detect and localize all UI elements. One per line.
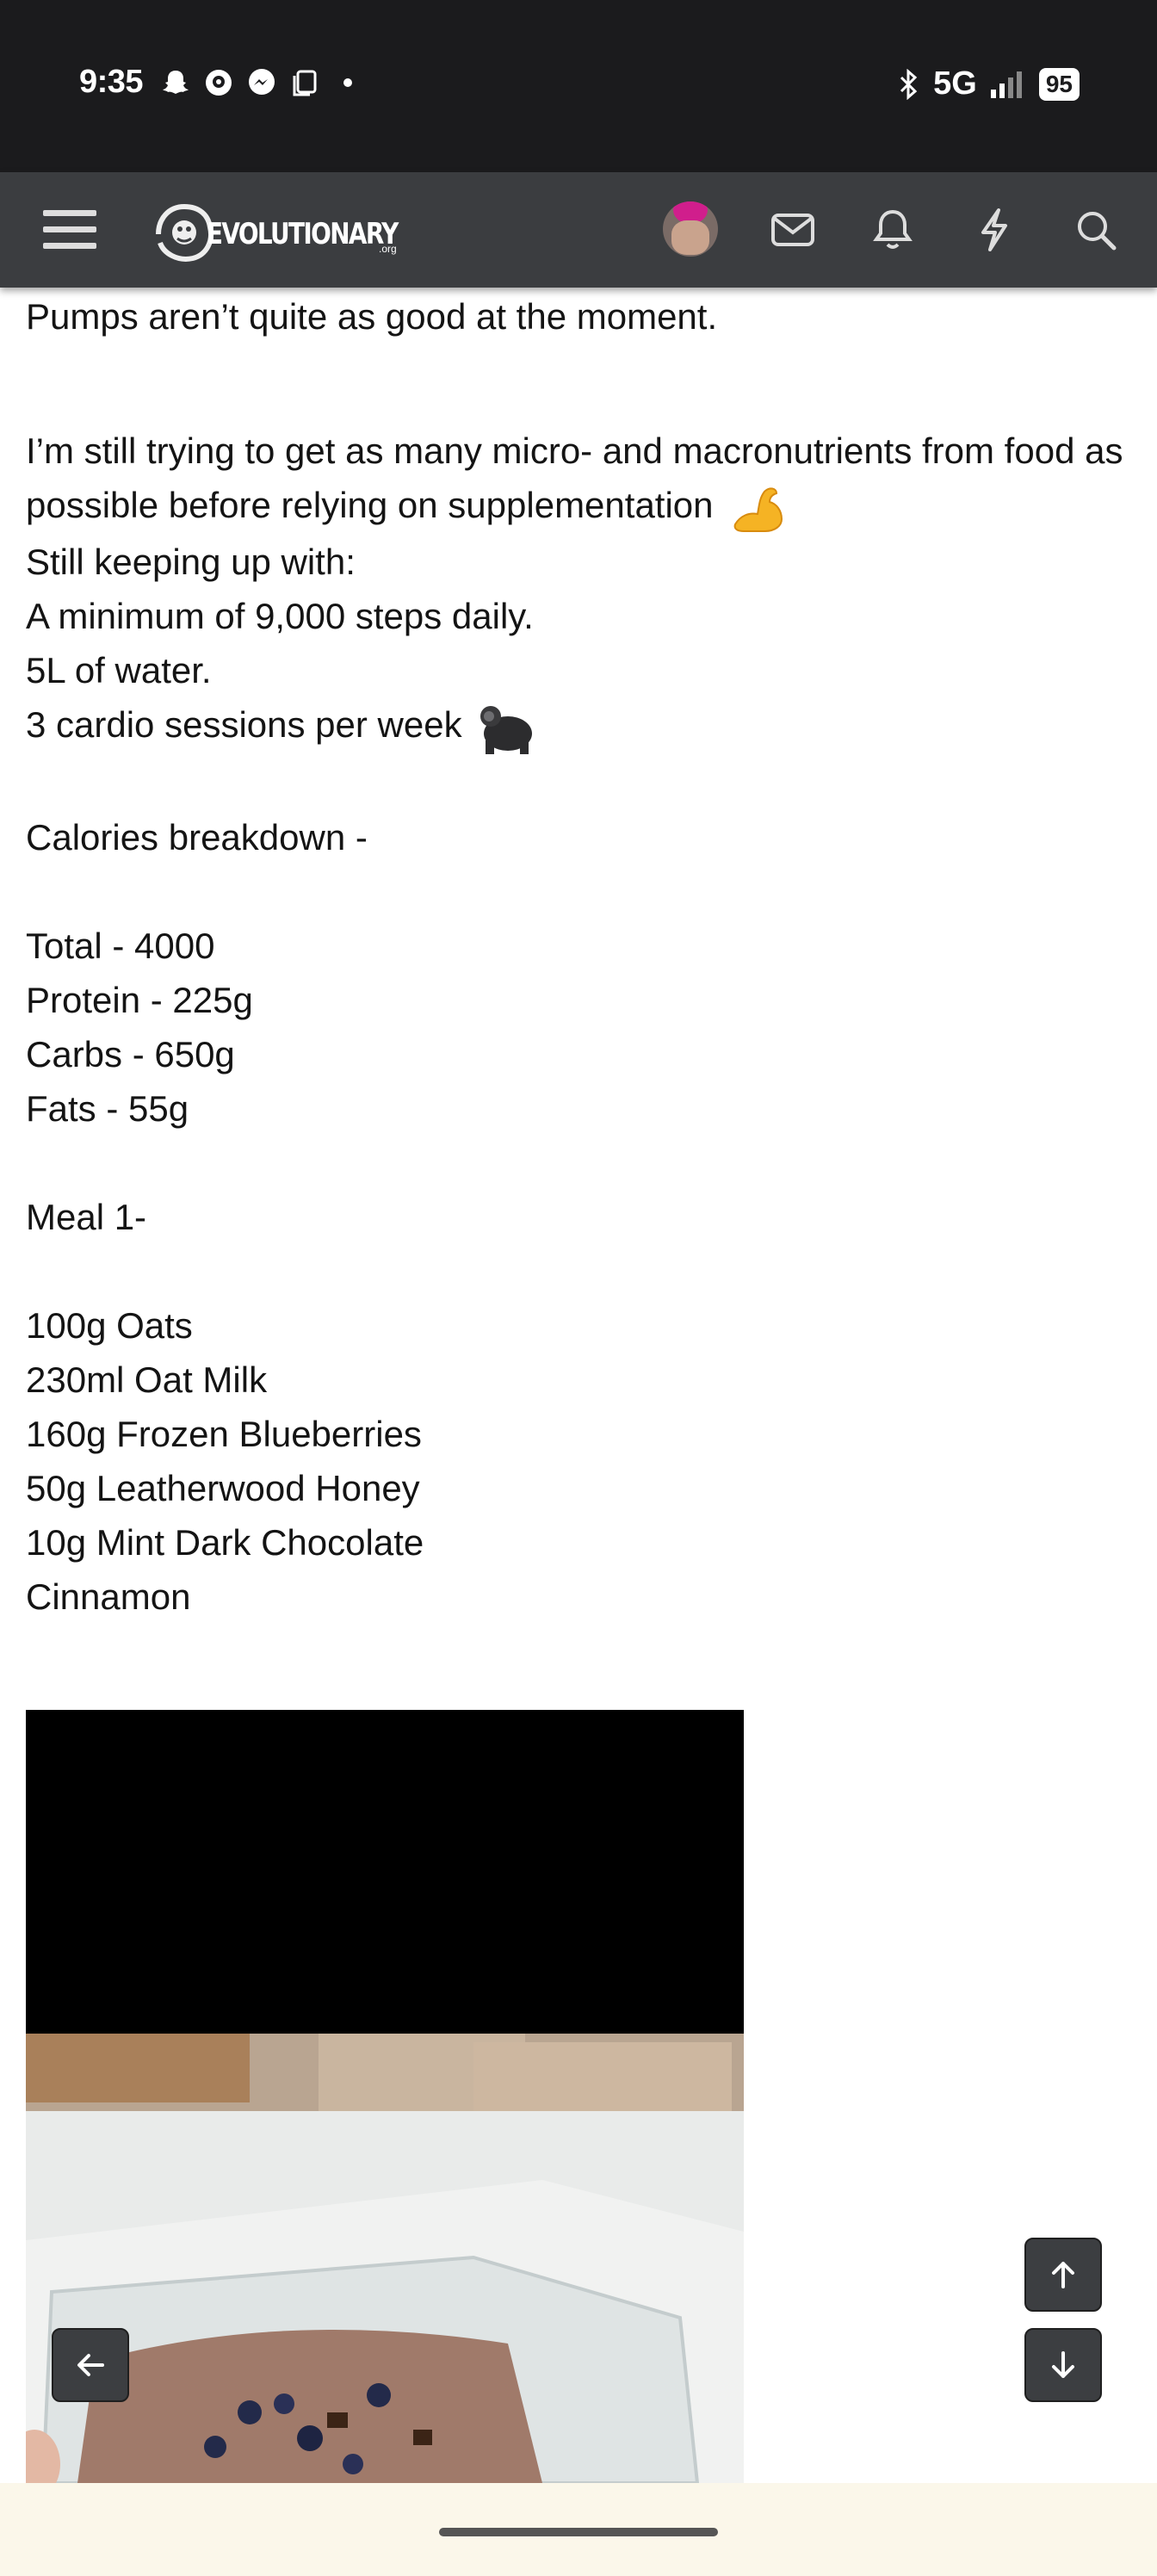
- post-body: Pumps aren’t quite as good at the moment…: [26, 289, 1136, 1624]
- avatar[interactable]: [663, 201, 718, 257]
- whats-new-icon[interactable]: [968, 203, 1021, 257]
- post-line: Pumps aren’t quite as good at the moment…: [26, 296, 718, 337]
- post-line: Fats - 55g: [26, 1087, 189, 1129]
- system-nav-bar: [0, 2483, 1157, 2576]
- post-line: Total - 4000: [26, 925, 215, 966]
- post-line: 230ml Oat Milk: [26, 1359, 268, 1400]
- copy-icon: [293, 70, 317, 96]
- snapchat-icon: [163, 71, 189, 94]
- post-line: I’m still trying to get as many micro- a…: [26, 424, 1136, 535]
- meal-photo[interactable]: [26, 2034, 744, 2483]
- post-line: [26, 864, 1136, 919]
- post-line-text: I’m still trying to get as many micro- a…: [26, 430, 1123, 525]
- image-letterbox[interactable]: [26, 1710, 744, 2034]
- search-icon[interactable]: [1069, 203, 1123, 257]
- scroll-top-button[interactable]: [1024, 2238, 1102, 2312]
- post-line: [26, 1136, 1136, 1190]
- post-line: Calories breakdown -: [26, 816, 368, 858]
- menu-icon[interactable]: [43, 203, 96, 257]
- post-line: 100g Oats: [26, 1304, 193, 1346]
- post-line: [26, 756, 1136, 810]
- status-right: 5G 95: [895, 65, 1080, 102]
- post-line: 160g Frozen Blueberries: [26, 1413, 422, 1454]
- post-line: 50g Leatherwood Honey: [26, 1467, 420, 1508]
- messenger-bubble-icon: [206, 70, 232, 96]
- flexed-biceps-emoji: [733, 487, 783, 532]
- back-button[interactable]: [52, 2328, 129, 2402]
- signal-icon: [990, 71, 1022, 98]
- gorilla-emoji: [480, 705, 533, 754]
- post-line: [26, 1244, 1136, 1298]
- post-line-text: 3 cardio sessions per week: [26, 703, 462, 745]
- post-line: 10g Mint Dark Chocolate: [26, 1521, 424, 1563]
- arrow-up-icon: [1052, 2262, 1074, 2288]
- network-type: 5G: [933, 65, 977, 102]
- post-line: Protein - 225g: [26, 979, 253, 1020]
- meal-photo-graphic: [26, 2034, 744, 2483]
- post-line: Carbs - 650g: [26, 1033, 235, 1074]
- post-line: [26, 344, 1136, 398]
- inbox-icon[interactable]: [766, 203, 820, 257]
- post-line: 5L of water.: [26, 649, 212, 690]
- alerts-icon[interactable]: [866, 203, 919, 257]
- messenger-icon: [249, 69, 275, 95]
- battery-level: 95: [1038, 67, 1080, 101]
- post-line: 3 cardio sessions per week: [26, 697, 1136, 756]
- home-gesture-pill[interactable]: [439, 2528, 718, 2536]
- app-header: EVOLUTIONARY .org: [0, 172, 1157, 288]
- site-logo[interactable]: EVOLUTIONARY .org: [153, 191, 403, 270]
- status-time: 9:35: [79, 64, 144, 100]
- arrow-left-icon: [77, 2354, 104, 2376]
- bluetooth-icon: [900, 68, 918, 100]
- post-line: A minimum of 9,000 steps daily.: [26, 595, 534, 636]
- post-line: Meal 1-: [26, 1196, 147, 1237]
- status-bar: 9:35 5G 95: [0, 0, 1157, 172]
- scroll-bottom-button[interactable]: [1024, 2328, 1102, 2402]
- logo-text: EVOLUTIONARY: [207, 217, 399, 251]
- post-line: Still keeping up with:: [26, 541, 356, 582]
- arrow-down-icon: [1052, 2351, 1074, 2378]
- dot-icon: [343, 78, 352, 87]
- post-line: Cinnamon: [26, 1576, 191, 1617]
- logo-suffix: .org: [379, 243, 397, 255]
- notification-icons: [160, 67, 363, 98]
